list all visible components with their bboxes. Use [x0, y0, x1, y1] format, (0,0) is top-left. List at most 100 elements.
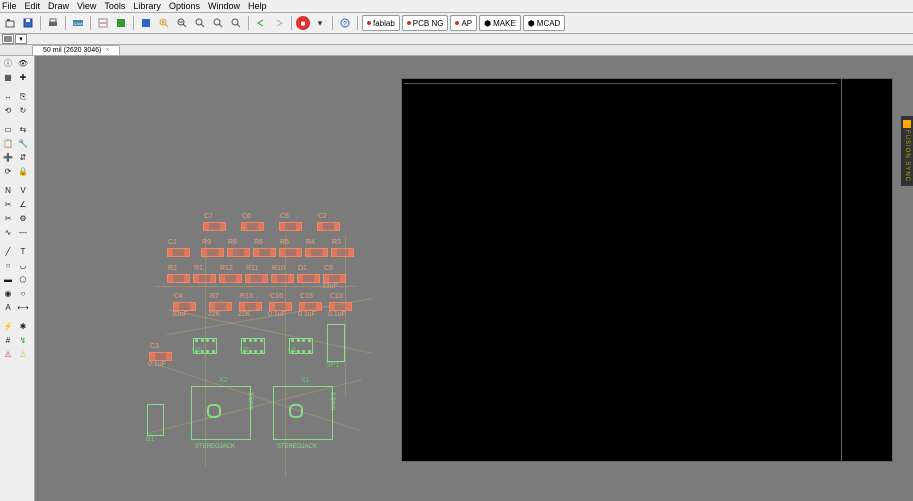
print-icon[interactable]: [45, 15, 61, 31]
layer-icon[interactable]: ▦: [1, 71, 15, 84]
ripup-icon[interactable]: ↯: [16, 334, 30, 347]
via-icon[interactable]: ◉: [1, 287, 15, 300]
hole-icon[interactable]: ○: [16, 287, 30, 300]
mcad-button[interactable]: ⬢MCAD: [523, 15, 566, 31]
delete-icon[interactable]: 🔧: [16, 137, 30, 150]
component-r7[interactable]: [209, 302, 232, 311]
sheet-tab[interactable]: 50 mil (2620 3046)×: [32, 45, 120, 56]
miter-icon[interactable]: ∠: [16, 198, 30, 211]
component-x2[interactable]: 3.5mmSTEREOJACK: [191, 386, 251, 440]
component-c1[interactable]: [167, 248, 190, 257]
stop-icon[interactable]: ■: [296, 16, 310, 30]
component-r6[interactable]: [253, 248, 276, 257]
paste-icon[interactable]: 📋: [1, 137, 15, 150]
rect-icon[interactable]: ▬: [1, 273, 15, 286]
open-icon[interactable]: [2, 15, 18, 31]
split-icon[interactable]: ✂: [1, 212, 15, 225]
value-icon[interactable]: V: [16, 184, 30, 197]
component-c2[interactable]: [317, 222, 340, 231]
component-r4[interactable]: [305, 248, 328, 257]
component-b1[interactable]: [147, 404, 164, 436]
lock-icon[interactable]: 🔒: [16, 165, 30, 178]
meander-icon[interactable]: ∿: [1, 226, 15, 239]
mirror-icon[interactable]: ⟲: [1, 104, 15, 117]
component-r9[interactable]: [201, 248, 224, 257]
attribute-icon[interactable]: A: [1, 301, 15, 314]
name-icon[interactable]: N: [1, 184, 15, 197]
component-r2[interactable]: [167, 274, 190, 283]
help-icon[interactable]: ?: [337, 15, 353, 31]
arc-icon[interactable]: ◡: [16, 259, 30, 272]
signal-icon[interactable]: ⚡: [1, 320, 15, 333]
errors-icon[interactable]: ⚠: [16, 348, 30, 361]
menu-window[interactable]: Window: [208, 1, 240, 11]
component-sp1[interactable]: [327, 324, 345, 362]
add-icon[interactable]: ➕: [1, 151, 15, 164]
component-x1[interactable]: 3.5mmSTEREOJACK: [273, 386, 333, 440]
menu-library[interactable]: Library: [133, 1, 161, 11]
ratsnest-icon[interactable]: ✱: [16, 320, 30, 333]
editor-canvas[interactable]: C7 C6 C5 C2 C1 R9 R8 R6 R5 R4 R3 R2 R1 R…: [35, 56, 913, 501]
redo-icon[interactable]: [271, 15, 287, 31]
component-r12[interactable]: [219, 274, 242, 283]
mark-icon[interactable]: ✚: [16, 71, 30, 84]
text-icon[interactable]: T: [16, 245, 30, 258]
component-c7[interactable]: [203, 222, 226, 231]
schematic-icon[interactable]: [95, 15, 111, 31]
menu-help[interactable]: Help: [248, 1, 267, 11]
component-c16[interactable]: [269, 302, 292, 311]
component-r1[interactable]: [193, 274, 216, 283]
component-c8[interactable]: [323, 274, 346, 283]
save-icon[interactable]: [20, 15, 36, 31]
component-c13[interactable]: [329, 302, 352, 311]
layer-dropdown[interactable]: ▾: [15, 34, 27, 44]
zoom-out-icon[interactable]: [174, 15, 190, 31]
fusion-sync-tab[interactable]: FUSION SYNC: [901, 116, 913, 186]
make-button[interactable]: ⬢MAKE: [479, 15, 521, 31]
change-icon[interactable]: ⇆: [16, 123, 30, 136]
component-c15[interactable]: [299, 302, 322, 311]
ap-button[interactable]: AP: [450, 15, 477, 31]
zoom-select-icon[interactable]: [210, 15, 226, 31]
menu-view[interactable]: View: [77, 1, 96, 11]
circle-icon[interactable]: ○: [1, 259, 15, 272]
menu-file[interactable]: File: [2, 1, 17, 11]
rotate-icon[interactable]: ↻: [16, 104, 30, 117]
menu-edit[interactable]: Edit: [25, 1, 41, 11]
zoom-fit-icon[interactable]: [138, 15, 154, 31]
copy-icon[interactable]: ⎘: [16, 90, 30, 103]
component-d1[interactable]: [297, 274, 320, 283]
component-r13[interactable]: [239, 302, 262, 311]
optimize-icon[interactable]: ⚙: [16, 212, 30, 225]
board-icon[interactable]: [113, 15, 129, 31]
drc-icon[interactable]: ⚠: [1, 348, 15, 361]
undo-icon[interactable]: [253, 15, 269, 31]
smash-icon[interactable]: ✂: [1, 198, 15, 211]
component-c4[interactable]: [173, 302, 196, 311]
zoom-area-icon[interactable]: [228, 15, 244, 31]
component-r11[interactable]: [245, 274, 268, 283]
move-icon[interactable]: ↔: [1, 90, 15, 103]
info-icon[interactable]: ⓘ: [1, 57, 15, 70]
menu-draw[interactable]: Draw: [48, 1, 69, 11]
cam-icon[interactable]: CAM: [70, 15, 86, 31]
auto-icon[interactable]: #: [1, 334, 15, 347]
component-r8[interactable]: [227, 248, 250, 257]
component-c6[interactable]: [241, 222, 264, 231]
zoom-in-icon[interactable]: [156, 15, 172, 31]
stop-dropdown-icon[interactable]: ▾: [312, 15, 328, 31]
zoom-redraw-icon[interactable]: [192, 15, 208, 31]
show-icon[interactable]: 👁: [16, 57, 30, 70]
component-c5[interactable]: [279, 222, 302, 231]
fablab-button[interactable]: fablab: [362, 15, 400, 31]
component-r5[interactable]: [279, 248, 302, 257]
component-c3[interactable]: [149, 352, 172, 361]
menu-options[interactable]: Options: [169, 1, 200, 11]
replace-icon[interactable]: ⟳: [1, 165, 15, 178]
pinswap-icon[interactable]: ⇵: [16, 151, 30, 164]
dimension-icon[interactable]: ⟷: [16, 301, 30, 314]
wire-icon[interactable]: ╱: [1, 245, 15, 258]
component-r3[interactable]: [331, 248, 354, 257]
pcbng-button[interactable]: PCB NG: [402, 15, 449, 31]
route-icon[interactable]: —: [16, 226, 30, 239]
